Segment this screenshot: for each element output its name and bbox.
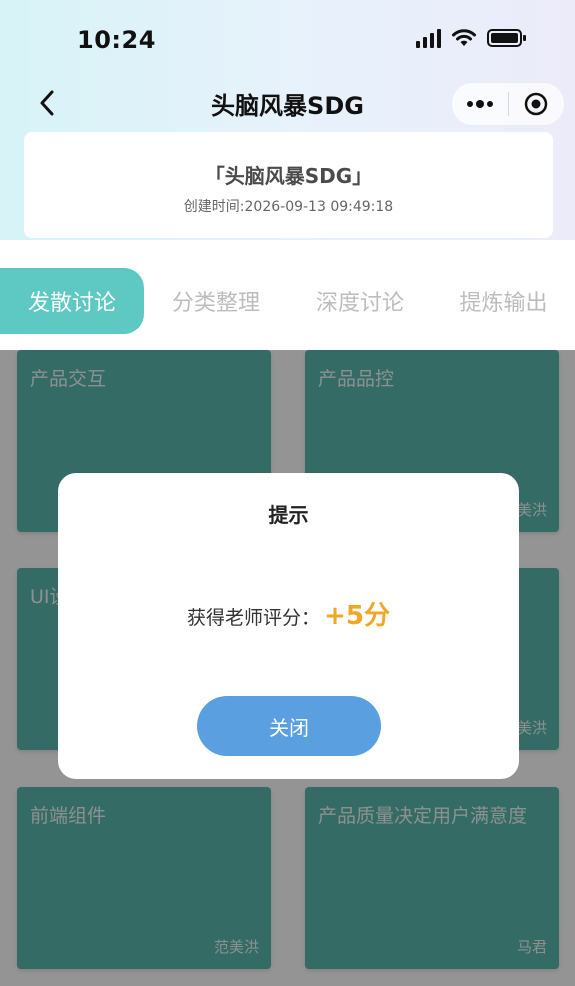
battery-icon [487, 28, 527, 48]
tab-divergent-discussion[interactable]: 发散讨论 [0, 268, 144, 334]
tab-refine-output[interactable]: 提炼输出 [432, 268, 575, 334]
dialog-body: 获得老师评分： +5分 [58, 595, 519, 632]
status-icons [416, 28, 527, 48]
signal-icon [416, 28, 441, 48]
mini-program-capsule [451, 82, 565, 126]
more-dots-icon [466, 100, 493, 108]
dialog-title: 提示 [268, 503, 309, 527]
close-miniprogram-button[interactable] [509, 83, 565, 125]
tab-deep-discussion[interactable]: 深度讨论 [288, 268, 432, 334]
session-info-card: 「头脑风暴SDG」 创建时间:2026-09-13 09:49:18 [24, 132, 553, 238]
wifi-icon [451, 28, 477, 48]
close-dialog-button[interactable]: 关闭 [197, 696, 381, 756]
status-time: 10:24 [77, 26, 156, 54]
score-label: 获得老师评分： [187, 607, 321, 629]
score-value: +5分 [324, 601, 390, 631]
tab-classification[interactable]: 分类整理 [144, 268, 288, 334]
target-circle-icon [525, 92, 548, 116]
more-button[interactable] [452, 83, 508, 125]
session-created-time: 创建时间:2026-09-13 09:49:18 [183, 199, 394, 215]
score-dialog: 提示 获得老师评分： +5分 关闭 [58, 473, 519, 779]
session-title: 「头脑风暴SDG」 [204, 164, 373, 188]
stage-tabs: 发散讨论 分类整理 深度讨论 提炼输出 [0, 268, 575, 336]
